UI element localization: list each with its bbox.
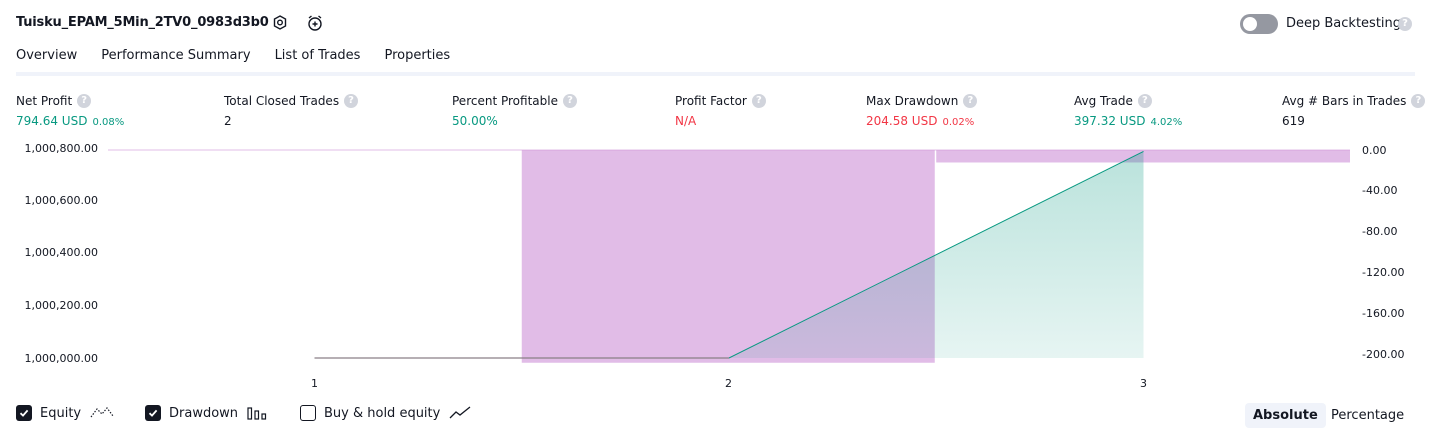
right-axis-tick: -160.00: [1362, 307, 1405, 320]
legend-equity[interactable]: Equity: [16, 405, 115, 421]
legend-label: Equity: [40, 405, 82, 421]
right-axis-tick: 0.00: [1362, 144, 1387, 157]
buy-hold-line-icon: [449, 406, 471, 419]
right-axis-tick: -80.00: [1362, 225, 1398, 238]
right-axis-tick: -40.00: [1362, 184, 1398, 197]
x-axis-tick: 1: [311, 377, 318, 390]
left-axis-tick: 1,000,000.00: [24, 352, 98, 365]
absolute-scale-button[interactable]: Absolute: [1245, 403, 1326, 428]
legend-buy-hold-equity[interactable]: Buy & hold equity: [300, 405, 472, 421]
x-axis-tick: 2: [725, 377, 732, 390]
checkbox-checked-icon[interactable]: [16, 405, 32, 421]
right-axis-tick: -200.00: [1362, 348, 1405, 361]
percentage-scale-button[interactable]: Percentage: [1323, 403, 1412, 428]
equity-drawdown-chart: [108, 149, 1350, 363]
left-axis-tick: 1,000,400.00: [24, 246, 98, 259]
legend-drawdown[interactable]: Drawdown: [145, 405, 268, 421]
checkbox-checked-icon[interactable]: [145, 405, 161, 421]
drawdown-bars-icon: [247, 407, 267, 420]
legend-label: Drawdown: [169, 405, 239, 421]
legend-label: Buy & hold equity: [324, 405, 441, 421]
left-axis-tick: 1,000,800.00: [24, 142, 98, 155]
x-axis-tick: 3: [1140, 377, 1147, 390]
left-axis-tick: 1,000,200.00: [24, 299, 98, 312]
right-axis-tick: -120.00: [1362, 266, 1405, 279]
left-axis-tick: 1,000,600.00: [24, 194, 98, 207]
equity-line-icon: [90, 407, 114, 418]
checkbox-unchecked-icon[interactable]: [300, 405, 316, 421]
